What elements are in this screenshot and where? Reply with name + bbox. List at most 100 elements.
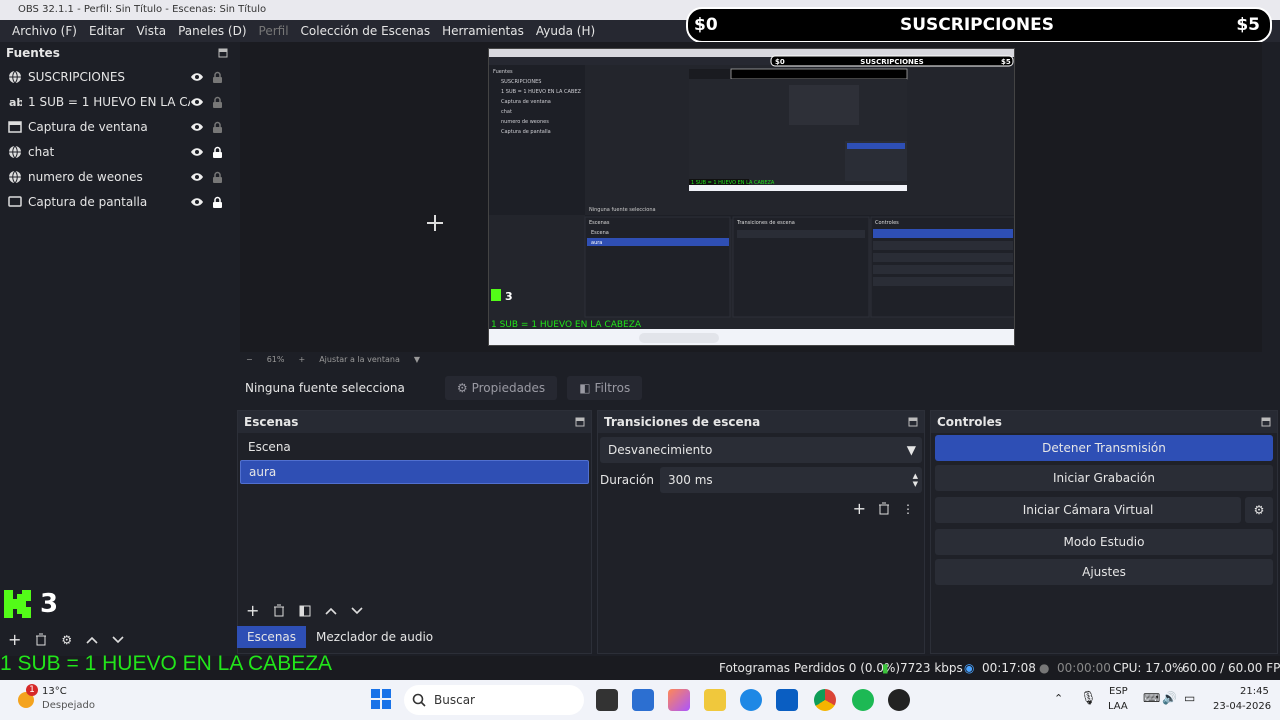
move-up-button[interactable] (325, 606, 337, 616)
microphone-icon[interactable]: 🎙 (1080, 691, 1097, 706)
menu-perfil[interactable]: Perfil (253, 24, 295, 38)
dock-float-icon[interactable] (908, 417, 918, 427)
menu-editar[interactable]: Editar (83, 24, 131, 38)
scene-item-aura[interactable]: aura (240, 460, 589, 484)
transitions-dock-header: Transiciones de escena (598, 411, 924, 433)
chevron-up-icon[interactable]: ⌃ (1054, 692, 1063, 705)
move-up-button[interactable] (86, 635, 98, 645)
scenes-dock-header: Escenas (238, 411, 591, 433)
remove-transition-button[interactable] (878, 502, 890, 515)
lock-icon[interactable] (212, 96, 224, 108)
stop-stream-button[interactable]: Detener Transmisión (935, 435, 1273, 461)
lock-icon[interactable] (212, 121, 224, 133)
scene-label: Escena (248, 440, 291, 454)
menu-vista[interactable]: Vista (130, 24, 172, 38)
chrome-icon[interactable] (814, 689, 836, 711)
filters-button[interactable]: ◧ Filtros (567, 376, 643, 400)
chevron-down-icon[interactable]: ▼ (414, 355, 420, 364)
weather-temp[interactable]: 13°C (42, 686, 67, 697)
source-item[interactable]: numero de weones (0, 164, 234, 189)
add-source-button[interactable]: + (8, 630, 21, 649)
clock-date[interactable]: 23-04-2026 (1213, 701, 1271, 712)
chevron-down-icon: ▼ (906, 443, 916, 457)
tab-scenes[interactable]: Escenas (237, 626, 307, 648)
taskbar-search-box[interactable]: Buscar (404, 685, 584, 715)
visibility-eye-icon[interactable] (190, 147, 204, 157)
task-view-icon[interactable] (596, 689, 618, 711)
filter-icon: ◧ (579, 381, 591, 395)
weather-desc[interactable]: Despejado (42, 700, 95, 711)
visibility-eye-icon[interactable] (190, 122, 204, 132)
add-scene-button[interactable]: + (246, 601, 259, 620)
sources-dock: Fuentes SUSCRIPCIONES ab 1 SUB = 1 HUEVO E… (0, 42, 234, 654)
transition-select[interactable]: Desvanecimiento ▼ (600, 437, 922, 463)
lock-icon[interactable] (212, 71, 224, 83)
zoom-in-button[interactable]: + (298, 355, 305, 364)
tab-audio-mixer[interactable]: Mezclador de audio (306, 626, 443, 648)
move-down-button[interactable] (112, 635, 124, 645)
move-down-button[interactable] (351, 606, 363, 616)
scenes-dock: Escenas Escena aura + (237, 410, 592, 654)
input-lang-bottom[interactable]: LAA (1108, 701, 1128, 712)
menu-herramientas[interactable]: Herramientas (436, 24, 530, 38)
input-lang-top[interactable]: ESP (1109, 686, 1128, 697)
spotify-icon[interactable] (852, 689, 874, 711)
windows-start-icon[interactable] (371, 689, 391, 709)
obs-icon[interactable] (888, 689, 910, 711)
scene-filters-button[interactable] (299, 605, 311, 617)
record-time: 00:00:00 (1057, 661, 1111, 675)
dock-float-icon[interactable] (1261, 417, 1271, 427)
subscriptions-overlay: $0 SUSCRIPCIONES $5 (686, 7, 1272, 43)
lock-icon[interactable] (212, 171, 224, 183)
source-properties-gear-icon[interactable]: ⚙ (61, 633, 72, 647)
remove-scene-button[interactable] (273, 604, 285, 617)
app-icon-files[interactable] (632, 689, 654, 711)
duration-spinbox[interactable]: 300 ms ▲ ▼ (660, 467, 922, 493)
battery-icon[interactable]: ▭ (1184, 691, 1195, 705)
file-explorer-icon[interactable] (704, 689, 726, 711)
bitrate: 7723 kbps (900, 661, 963, 675)
edge-browser-icon[interactable] (740, 689, 762, 711)
browser-icon (8, 170, 22, 184)
more-options-icon[interactable]: ⋮ (902, 502, 914, 516)
dock-float-icon[interactable] (218, 48, 228, 58)
menu-archivo[interactable]: Archivo (F) (6, 24, 83, 38)
virtualcam-settings-gear-icon[interactable]: ⚙ (1245, 497, 1273, 523)
spin-arrows-icon[interactable]: ▲ ▼ (913, 472, 918, 488)
network-icon[interactable]: ⌨ (1143, 691, 1160, 705)
sub-goal-title: SUSCRIPCIONES (900, 15, 1054, 35)
zoom-out-button[interactable]: − (246, 355, 253, 364)
copilot-icon[interactable] (668, 689, 690, 711)
start-recording-button[interactable]: Iniciar Grabación (935, 465, 1273, 491)
sources-list: SUSCRIPCIONES ab 1 SUB = 1 HUEVO EN LA CAB… (0, 64, 234, 214)
store-icon[interactable] (776, 689, 798, 711)
source-item[interactable]: ab 1 SUB = 1 HUEVO EN LA CABEZ (0, 89, 234, 114)
clock-time[interactable]: 21:45 (1240, 686, 1269, 697)
dock-float-icon[interactable] (575, 417, 585, 427)
source-item[interactable]: SUSCRIPCIONES (0, 64, 234, 89)
menu-coleccion-escenas[interactable]: Colección de Escenas (295, 24, 437, 38)
source-name: 1 SUB = 1 HUEVO EN LA CABEZ (28, 94, 190, 109)
visibility-eye-icon[interactable] (190, 97, 204, 107)
zoom-fit-select[interactable]: Ajustar a la ventana (319, 355, 400, 364)
start-virtualcam-button[interactable]: Iniciar Cámara Virtual (935, 497, 1241, 523)
menu-ayuda[interactable]: Ayuda (H) (530, 24, 601, 38)
volume-icon[interactable]: 🔊 (1162, 691, 1177, 705)
source-item[interactable]: Captura de ventana (0, 114, 234, 139)
visibility-eye-icon[interactable] (190, 72, 204, 82)
duration-value: 300 ms (668, 473, 713, 487)
menu-paneles[interactable]: Paneles (D) (172, 24, 252, 38)
lock-icon[interactable] (212, 146, 224, 158)
properties-button[interactable]: ⚙ Propiedades (444, 376, 558, 400)
visibility-eye-icon[interactable] (190, 197, 204, 207)
remove-source-button[interactable] (35, 633, 47, 646)
visibility-eye-icon[interactable] (190, 172, 204, 182)
settings-button[interactable]: Ajustes (935, 559, 1273, 585)
source-item[interactable]: chat (0, 139, 234, 164)
svg-text:1 SUB = 1 HUEVO EN LA CABEZ: 1 SUB = 1 HUEVO EN LA CABEZ (501, 89, 582, 95)
lock-icon[interactable] (212, 196, 224, 208)
scene-item-escena[interactable]: Escena (240, 435, 589, 459)
source-item[interactable]: Captura de pantalla (0, 189, 234, 214)
add-transition-button[interactable]: + (853, 499, 866, 518)
studio-mode-button[interactable]: Modo Estudio (935, 529, 1273, 555)
